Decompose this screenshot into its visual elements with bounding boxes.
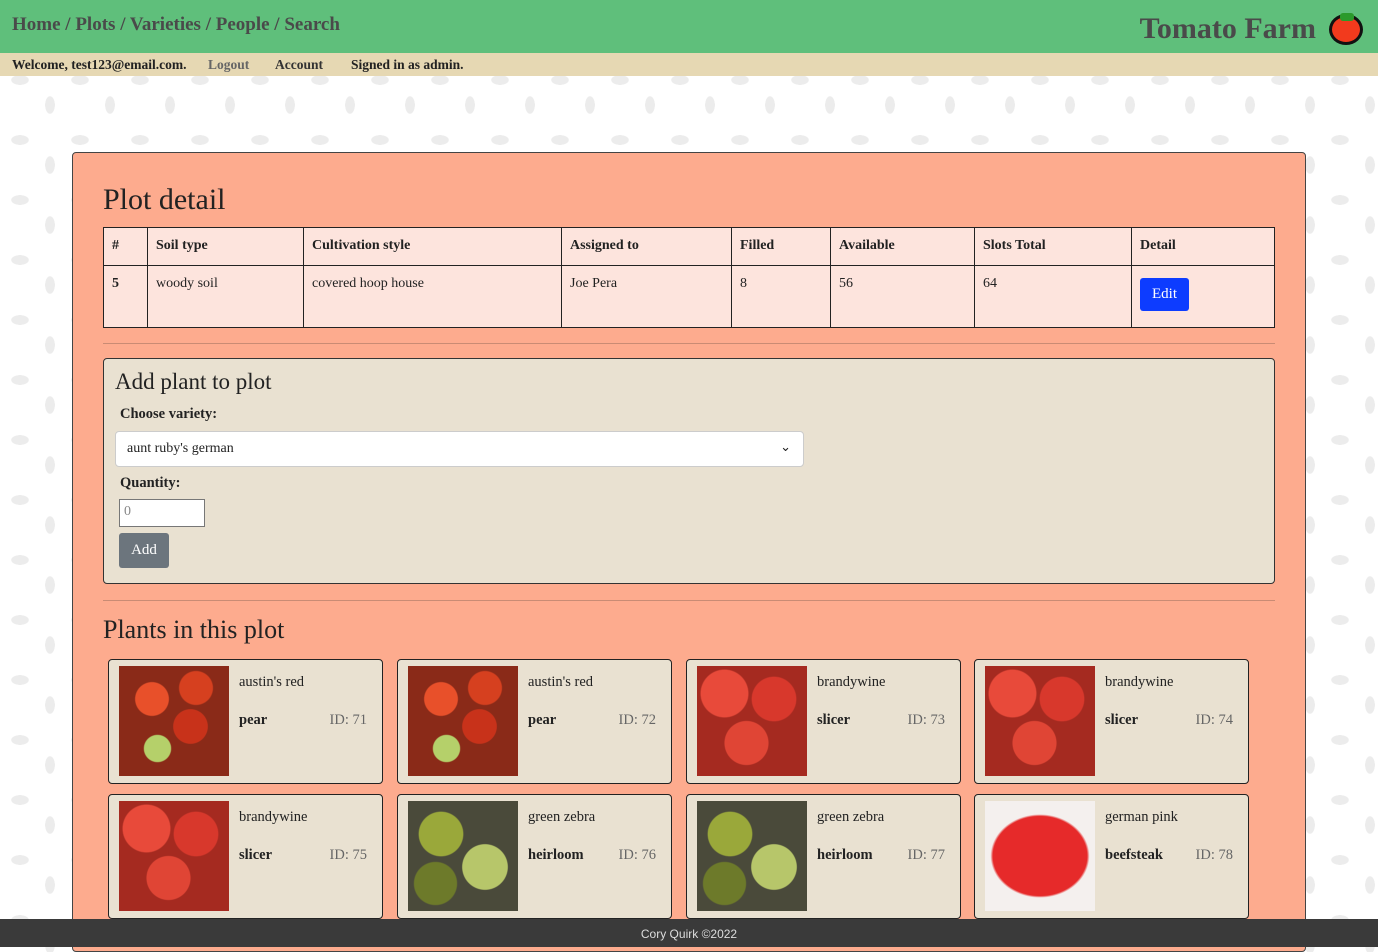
add-plant-form: Add plant to plot Choose variety: aunt r… <box>103 358 1275 584</box>
plant-image <box>119 801 229 911</box>
logout-link[interactable]: Logout <box>208 57 249 73</box>
cell-soil: woody soil <box>147 265 304 328</box>
col-detail: Detail <box>1131 227 1275 266</box>
nav-plots[interactable]: Plots <box>75 14 115 35</box>
plant-id: ID: 71 <box>329 712 367 728</box>
nav-links: Home / Plots / Varieties / People / Sear… <box>12 14 340 35</box>
plant-image <box>985 801 1095 911</box>
plant-id: ID: 74 <box>1195 712 1233 728</box>
col-soil: Soil type <box>147 227 304 266</box>
cell-number: 5 <box>103 265 148 328</box>
cell-detail: Edit <box>1131 265 1275 328</box>
col-available: Available <box>830 227 975 266</box>
plant-card[interactable]: brandywine slicer ID: 75 <box>108 794 383 919</box>
plant-image <box>697 666 807 776</box>
cell-filled: 8 <box>731 265 831 328</box>
plant-variety: brandywine <box>239 809 308 825</box>
plant-variety: brandywine <box>1105 674 1174 690</box>
plant-type: heirloom <box>528 847 584 863</box>
page-title: Plot detail <box>103 183 226 216</box>
col-slots: Slots Total <box>974 227 1132 266</box>
plant-card[interactable]: green zebra heirloom ID: 76 <box>397 794 672 919</box>
col-assigned: Assigned to <box>561 227 732 266</box>
brand-title[interactable]: Tomato Farm <box>1140 12 1316 46</box>
plant-card[interactable]: austin's red pear ID: 71 <box>108 659 383 784</box>
plants-title: Plants in this plot <box>103 615 285 644</box>
variety-label: Choose variety: <box>120 406 218 422</box>
nav-search[interactable]: Search <box>284 14 340 35</box>
plant-type: beefsteak <box>1105 847 1163 863</box>
nav-home[interactable]: Home <box>12 14 61 35</box>
variety-value: aunt ruby's german <box>127 441 234 456</box>
plot-table: # Soil type Cultivation style Assigned t… <box>103 227 1275 328</box>
add-plant-title: Add plant to plot <box>115 369 272 394</box>
chevron-down-icon: ⌄ <box>780 439 791 454</box>
plant-id: ID: 72 <box>618 712 656 728</box>
col-filled: Filled <box>731 227 831 266</box>
cell-slots: 64 <box>974 265 1132 328</box>
nav-varieties[interactable]: Varieties <box>130 14 201 35</box>
plant-variety: austin's red <box>239 674 305 690</box>
col-number: # <box>103 227 148 266</box>
cell-assigned: Joe Pera <box>561 265 732 328</box>
plant-image <box>985 666 1095 776</box>
plant-variety: green zebra <box>528 809 596 825</box>
plant-card[interactable]: green zebra heirloom ID: 77 <box>686 794 961 919</box>
plant-type: slicer <box>817 712 851 728</box>
divider <box>103 343 1275 344</box>
plot-panel: Plot detail # Soil type Cultivation styl… <box>72 152 1306 952</box>
plant-variety: brandywine <box>817 674 886 690</box>
quantity-label: Quantity: <box>120 475 181 491</box>
plant-image <box>408 666 518 776</box>
plant-card[interactable]: brandywine slicer ID: 73 <box>686 659 961 784</box>
divider <box>103 600 1275 601</box>
top-nav: Home / Plots / Varieties / People / Sear… <box>0 0 1378 53</box>
plant-type: pear <box>528 712 557 728</box>
plant-variety: green zebra <box>817 809 885 825</box>
tomato-logo-icon <box>1329 13 1363 45</box>
cell-available: 56 <box>830 265 975 328</box>
plant-type: pear <box>239 712 268 728</box>
plant-card[interactable]: austin's red pear ID: 72 <box>397 659 672 784</box>
plant-type: slicer <box>1105 712 1139 728</box>
account-link[interactable]: Account <box>275 57 323 73</box>
table-header: # Soil type Cultivation style Assigned t… <box>103 227 1275 266</box>
plant-id: ID: 75 <box>329 847 367 863</box>
table-row: 5 woody soil covered hoop house Joe Pera… <box>103 265 1275 328</box>
add-button[interactable]: Add <box>119 533 169 568</box>
plant-id: ID: 73 <box>907 712 945 728</box>
signed-in-text: Signed in as admin. <box>351 57 464 72</box>
plant-image <box>119 666 229 776</box>
cell-cultivation: covered hoop house <box>303 265 562 328</box>
plant-id: ID: 76 <box>618 847 656 863</box>
plant-image <box>408 801 518 911</box>
nav-people[interactable]: People <box>216 14 270 35</box>
edit-button[interactable]: Edit <box>1140 278 1189 311</box>
plant-id: ID: 78 <box>1195 847 1233 863</box>
variety-select[interactable]: aunt ruby's german ⌄ <box>115 431 804 467</box>
plant-card[interactable]: brandywine slicer ID: 74 <box>974 659 1249 784</box>
plant-variety: austin's red <box>528 674 594 690</box>
plant-variety: german pink <box>1105 809 1178 825</box>
plant-id: ID: 77 <box>907 847 945 863</box>
plant-image <box>697 801 807 911</box>
quantity-input[interactable]: 0 <box>119 499 205 527</box>
plant-type: slicer <box>239 847 273 863</box>
plant-type: heirloom <box>817 847 873 863</box>
col-cultivation: Cultivation style <box>303 227 562 266</box>
footer: Cory Quirk ©2022 <box>0 919 1378 947</box>
welcome-text: Welcome, test123@email.com. <box>12 57 187 72</box>
user-bar: Welcome, test123@email.com. Logout Accou… <box>0 53 1378 76</box>
plant-card[interactable]: german pink beefsteak ID: 78 <box>974 794 1249 919</box>
